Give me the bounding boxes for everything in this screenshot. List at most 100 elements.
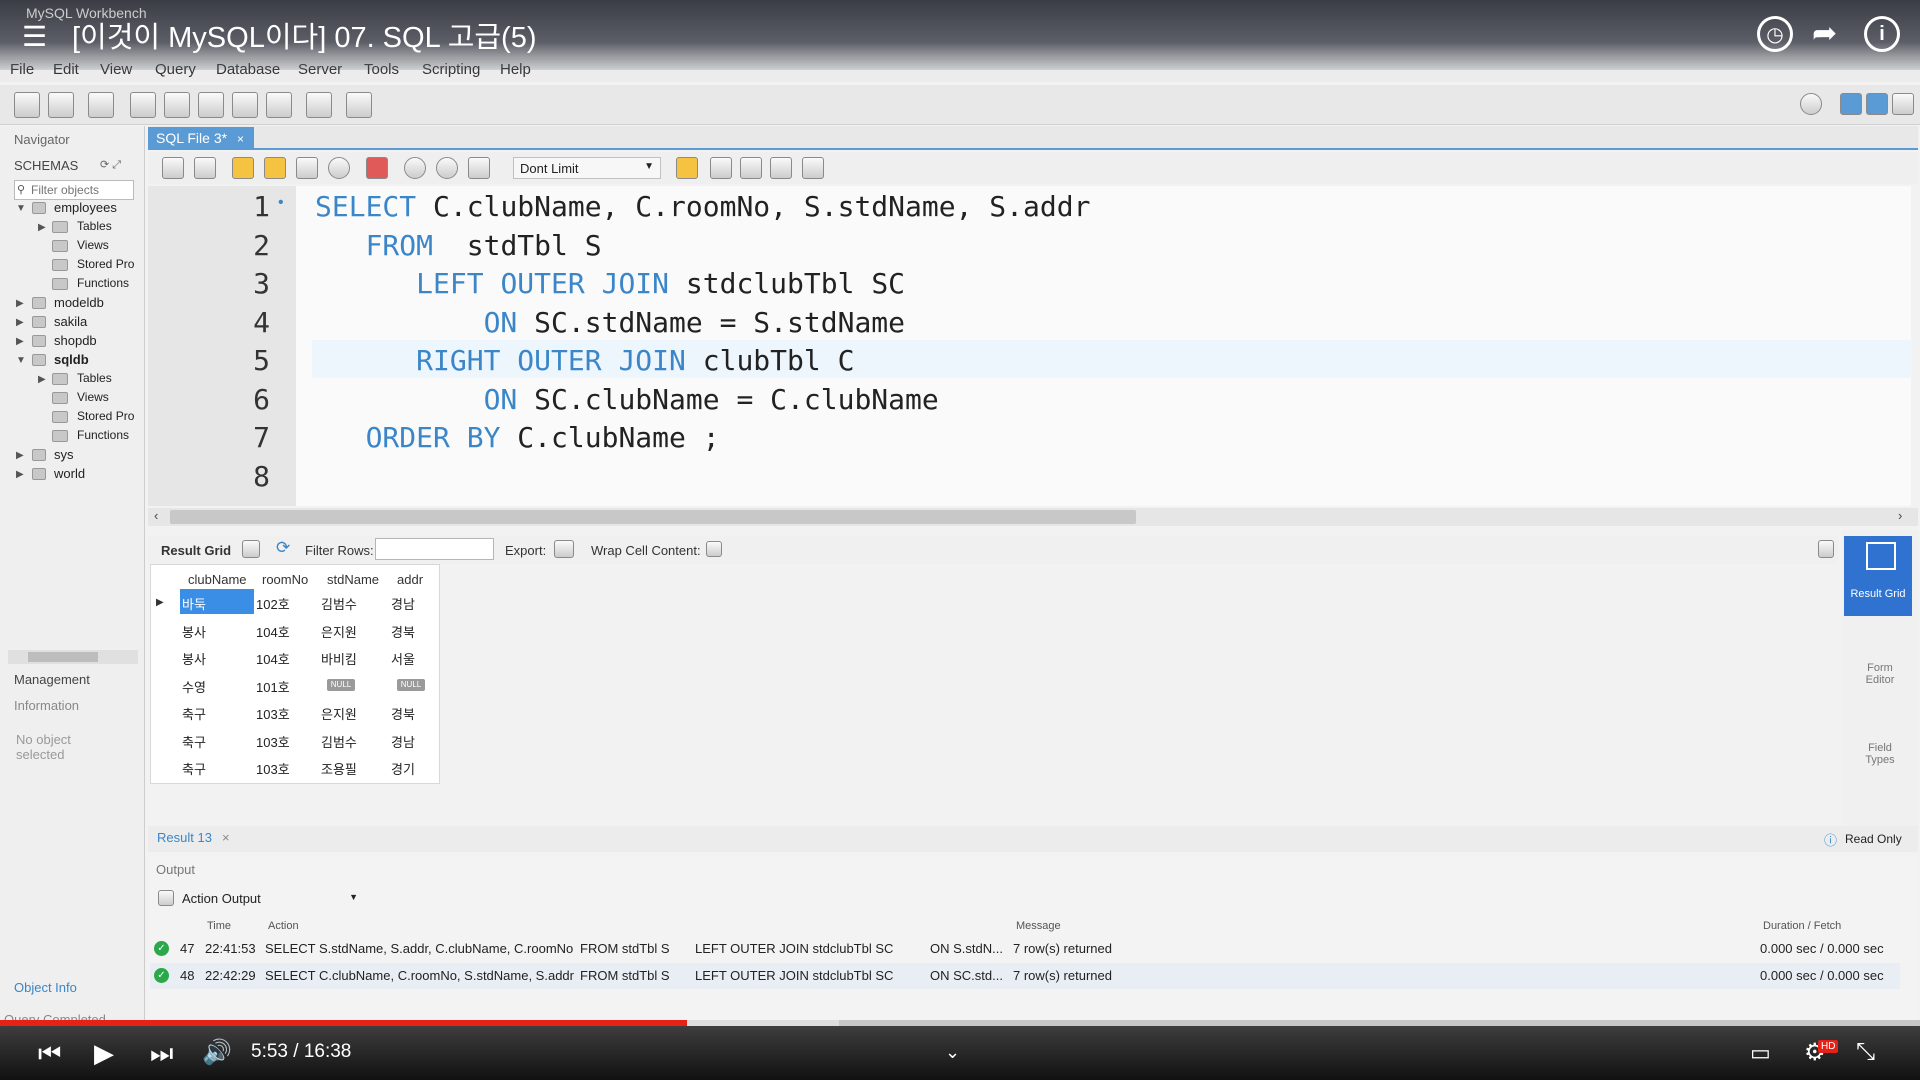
share-icon[interactable]: ➦ (1812, 16, 1837, 51)
column-header-roomNo[interactable]: roomNo (262, 572, 308, 587)
save-icon[interactable] (194, 157, 216, 179)
chevron-right-icon[interactable]: ▶ (16, 469, 24, 480)
explain-icon[interactable] (296, 157, 318, 179)
chevron-right-icon[interactable]: ▶ (16, 317, 24, 328)
refresh-icon[interactable]: ⟳ (276, 538, 290, 558)
schema-employees[interactable]: employees (54, 200, 117, 215)
grid-icon[interactable] (242, 540, 260, 558)
row-limit-select[interactable]: Dont Limit ▼ (513, 157, 661, 179)
toggle-error-stop-icon[interactable] (366, 157, 388, 179)
grid-cell[interactable]: 은지원 (321, 622, 357, 641)
code-line[interactable]: ORDER BY C.clubName ; (315, 421, 720, 454)
exit-fullscreen-icon[interactable]: ⤡ (1856, 1038, 1875, 1066)
grid-cell[interactable]: 봉사 (182, 622, 206, 641)
subtitles-icon[interactable]: ▭ (1750, 1040, 1771, 1066)
chevron-down-icon[interactable]: ⌄ (945, 1042, 960, 1063)
grid-cell[interactable]: 경북 (391, 622, 415, 641)
wrap-lines-icon[interactable] (802, 157, 824, 179)
schema-sakila[interactable]: sakila (54, 314, 87, 329)
grid-cell[interactable]: 김범수 (321, 594, 357, 613)
grid-cell[interactable]: 103호 (256, 732, 290, 751)
null-badge[interactable]: NULL (397, 678, 425, 691)
filter-objects-input[interactable] (14, 180, 134, 200)
schema-sys[interactable]: sys (54, 447, 74, 462)
column-header-stdName[interactable]: stdName (327, 572, 379, 587)
wrap-cell-icon[interactable] (706, 541, 722, 557)
grid-cell[interactable]: 101호 (256, 677, 290, 696)
chevron-right-icon[interactable]: ▶ (16, 298, 24, 309)
video-title[interactable]: [이것이 MySQL이다] 07. SQL 고급(5) (72, 14, 537, 56)
commit-icon[interactable] (404, 157, 426, 179)
output-row[interactable]: ✓ 48 22:42:29 SELECT C.clubName, C.roomNo, … (150, 963, 1900, 989)
grid-cell[interactable]: 경기 (391, 759, 415, 778)
object-info-tab[interactable]: Object Info (14, 980, 77, 995)
navigator-hscroll[interactable] (8, 650, 138, 664)
grid-cell[interactable]: 서울 (391, 649, 415, 668)
volume-icon[interactable]: 🔊 (202, 1038, 232, 1067)
schema-child-views[interactable]: Views (77, 238, 109, 252)
form-editor-button[interactable]: Form Editor (1852, 662, 1908, 686)
execute-current-icon[interactable] (264, 157, 286, 179)
rollback-icon[interactable] (436, 157, 458, 179)
play-icon[interactable]: ▶ (94, 1038, 114, 1069)
toggle-output-icon[interactable] (1866, 93, 1888, 115)
chevron-down-icon[interactable]: ▼ (16, 203, 26, 214)
schema-sqldb[interactable]: sqldb (54, 352, 89, 367)
add-snippet-icon[interactable] (676, 157, 698, 179)
chevron-right-icon[interactable]: ▶ (16, 336, 24, 347)
null-badge[interactable]: NULL (327, 678, 355, 691)
grid-cell[interactable]: 축구 (182, 759, 206, 778)
schema-child-stored-pro[interactable]: Stored Pro (77, 409, 134, 423)
scroll-right-icon[interactable]: › (1898, 508, 1902, 523)
grid-cell[interactable]: 경남 (391, 732, 415, 751)
code-line[interactable]: FROM stdTbl S (315, 229, 602, 262)
stop-icon[interactable] (328, 157, 350, 179)
invisible-chars-icon[interactable] (770, 157, 792, 179)
grid-cell[interactable]: 봉사 (182, 649, 206, 668)
settings-gear-icon[interactable] (1800, 93, 1822, 115)
create-function-icon[interactable] (266, 92, 292, 118)
schema-world[interactable]: world (54, 466, 85, 481)
grid-cell[interactable]: 104호 (256, 622, 290, 641)
create-procedure-icon[interactable] (232, 92, 258, 118)
output-row[interactable]: ✓ 47 22:41:53 SELECT S.stdName, S.addr, C.c… (150, 936, 1900, 962)
find-icon[interactable] (740, 157, 762, 179)
grid-cell[interactable]: 103호 (256, 704, 290, 723)
scroll-left-icon[interactable]: ‹ (154, 508, 158, 523)
copy-icon[interactable] (158, 890, 174, 906)
grid-cell[interactable]: 바비킴 (321, 649, 357, 668)
close-tab-icon[interactable]: × (237, 132, 244, 146)
toggle-panel-icon[interactable] (1818, 540, 1834, 558)
chevron-right-icon[interactable]: ▶ (16, 450, 24, 461)
grid-cell[interactable]: 103호 (256, 759, 290, 778)
schema-child-functions[interactable]: Functions (77, 276, 129, 290)
grid-cell[interactable]: 축구 (182, 732, 206, 751)
code-line[interactable]: ON SC.clubName = C.clubName (315, 383, 939, 416)
schema-child-stored-pro[interactable]: Stored Pro (77, 257, 134, 271)
schema-child-views[interactable]: Views (77, 390, 109, 404)
playlist-icon[interactable]: ☰ (22, 20, 47, 53)
toggle-sidebar-icon[interactable] (1840, 93, 1862, 115)
beautify-icon[interactable] (710, 157, 732, 179)
tab-result[interactable]: Result 13 (157, 830, 212, 845)
schema-shopdb[interactable]: shopdb (54, 333, 97, 348)
close-result-tab-icon[interactable]: × (222, 830, 230, 845)
chevron-down-icon[interactable]: ▼ (16, 355, 26, 366)
grid-cell[interactable]: 은지원 (321, 704, 357, 723)
execute-lightning-icon[interactable] (232, 157, 254, 179)
code-line[interactable]: ON SC.stdName = S.stdName (315, 306, 905, 339)
grid-cell[interactable]: 수영 (182, 677, 206, 696)
management-tab[interactable]: Management (14, 672, 90, 687)
code-line[interactable]: LEFT OUTER JOIN stdclubTbl SC (315, 267, 905, 300)
chevron-right-icon[interactable]: ▶ (38, 222, 46, 233)
schema-modeldb[interactable]: modeldb (54, 295, 104, 310)
field-types-button[interactable]: Field Types (1852, 742, 1908, 766)
reconnect-icon[interactable] (346, 92, 372, 118)
refresh-schemas-icon[interactable]: ⟳ ⤢ (100, 158, 121, 172)
search-table-data-icon[interactable] (306, 92, 332, 118)
create-view-icon[interactable] (198, 92, 224, 118)
schema-child-functions[interactable]: Functions (77, 428, 129, 442)
toggle-secondary-sidebar-icon[interactable] (1892, 93, 1914, 115)
chevron-right-icon[interactable]: ▶ (38, 374, 46, 385)
column-header-clubName[interactable]: clubName (188, 572, 247, 587)
